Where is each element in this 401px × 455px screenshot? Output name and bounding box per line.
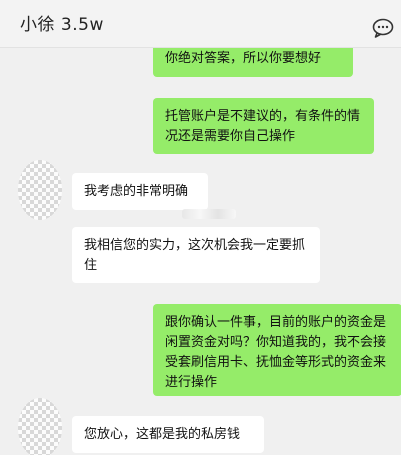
chat-header: 小徐 3.5w <box>0 0 401 48</box>
message-bubble-theirs: 您放心，这都是我的私房钱 <box>72 416 264 453</box>
message-list[interactable]: 你绝对答案，所以你要想好 托管账户是不建议的，有条件的情况还是需要你自己操作 我… <box>0 48 401 455</box>
chat-bubble-icon[interactable] <box>372 18 394 38</box>
message-bubble-mine: 你绝对答案，所以你要想好 <box>153 48 353 77</box>
message-bubble-mine: 托管账户是不建议的，有条件的情况还是需要你自己操作 <box>153 98 374 154</box>
contact-avatar[interactable] <box>18 160 62 220</box>
message-bubble-mine: 跟你确认一件事，目前的账户的资金是闲置资金对吗？你知道我的，我不会接受套刷信用卡… <box>153 304 401 396</box>
contact-name: 小徐 3.5w <box>20 15 104 35</box>
message-bubble-theirs: 我相信您的实力，这次机会我一定要抓住 <box>72 227 320 283</box>
contact-avatar[interactable] <box>18 398 62 455</box>
message-bubble-theirs: 我考虑的非常明确 <box>72 173 208 210</box>
blurred-overlay <box>182 209 236 219</box>
